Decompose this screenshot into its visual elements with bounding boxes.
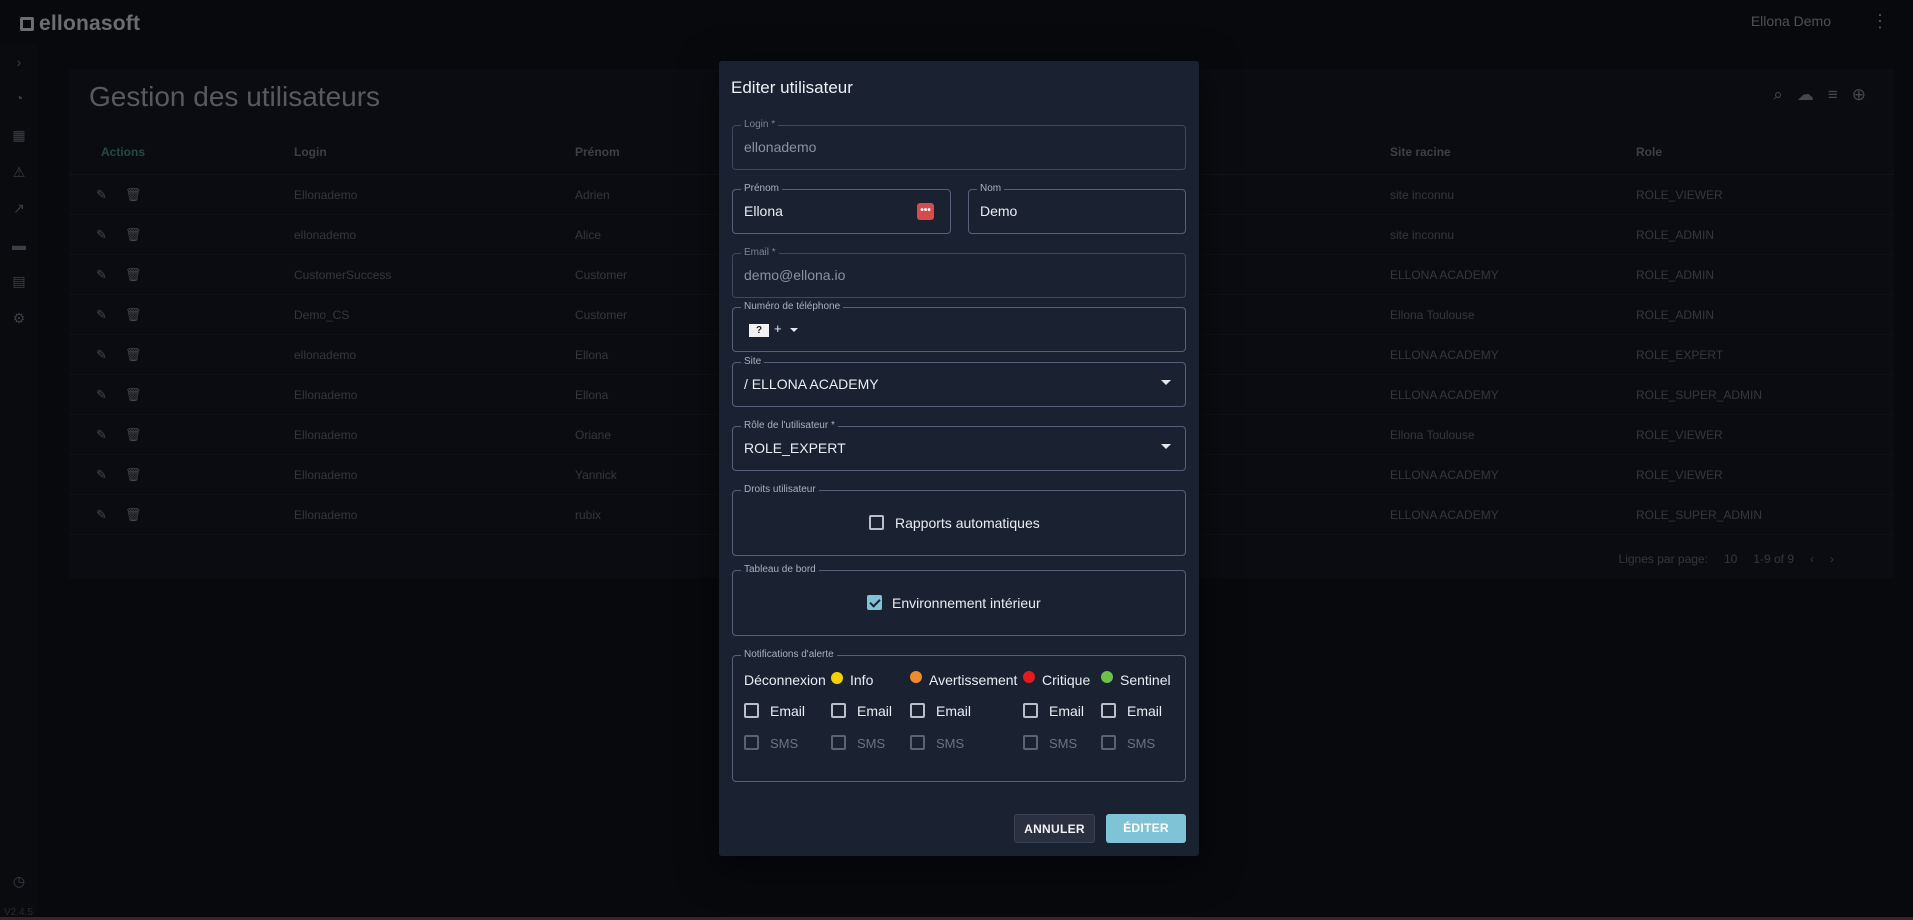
droits-label: Droits utilisateur <box>741 484 819 496</box>
site-label: Site <box>741 356 765 368</box>
nom-field[interactable]: Nom Demo <box>968 183 1186 234</box>
email-field[interactable]: Email * demo@ellona.io <box>732 247 1186 298</box>
password-manager-icon[interactable]: ••• <box>917 203 934 220</box>
nom-label: Nom <box>977 183 1005 195</box>
country-flag-icon[interactable]: ? <box>749 324 769 337</box>
login-value: ellonademo <box>744 139 817 155</box>
notifications-label: Notifications d'alerte <box>741 649 837 661</box>
tableau-group: Tableau de bord Environnement intérieur <box>732 564 1186 636</box>
notif-col-avertissement: Avertissement <box>929 672 1018 688</box>
email-option-label: Email <box>936 703 972 719</box>
warning-dot-icon <box>910 671 922 683</box>
sms-option-label: SMS <box>1127 736 1156 751</box>
avertissement-email-checkbox[interactable] <box>910 703 925 718</box>
sentinel-dot-icon <box>1101 671 1113 683</box>
notif-col-info: Info <box>850 672 874 688</box>
submit-edit-button[interactable]: ÉDITER <box>1106 814 1186 843</box>
notif-col-deconnexion: Déconnexion <box>744 672 826 688</box>
critical-dot-icon <box>1023 671 1035 683</box>
edit-user-dialog: Editer utilisateur Login * ellonademo Pr… <box>719 61 1199 856</box>
notifications-group: Notifications d'alerte Déconnexion Info … <box>732 649 1186 782</box>
prenom-field[interactable]: Prénom Ellona ••• <box>732 183 951 234</box>
dialog-title: Editer utilisateur <box>731 78 853 97</box>
environnement-label: Environnement intérieur <box>892 595 1041 611</box>
email-value: demo@ellona.io <box>744 267 846 283</box>
login-label: Login * <box>741 119 779 131</box>
country-dropdown-icon[interactable] <box>790 328 798 332</box>
critique-sms-checkbox[interactable] <box>1023 735 1038 750</box>
email-option-label: Email <box>770 703 806 719</box>
login-field[interactable]: Login * ellonademo <box>732 119 1186 170</box>
role-select[interactable]: Rôle de l'utilisateur * ROLE_EXPERT <box>732 420 1186 471</box>
info-dot-icon <box>831 672 843 684</box>
email-option-label: Email <box>1127 703 1163 719</box>
avertissement-sms-checkbox[interactable] <box>910 735 925 750</box>
email-label: Email * <box>741 247 779 259</box>
site-value: / ELLONA ACADEMY <box>744 376 879 392</box>
prenom-label: Prénom <box>741 183 783 195</box>
deconnexion-email-checkbox[interactable] <box>744 703 759 718</box>
prenom-value: Ellona <box>744 203 783 219</box>
email-option-label: Email <box>857 703 893 719</box>
nom-value: Demo <box>980 203 1018 219</box>
tableau-label: Tableau de bord <box>741 564 819 576</box>
rapports-checkbox[interactable] <box>869 515 884 530</box>
sms-option-label: SMS <box>857 736 886 751</box>
notif-col-critique: Critique <box>1042 672 1091 688</box>
chevron-down-icon[interactable] <box>1161 380 1171 385</box>
sentinel-email-checkbox[interactable] <box>1101 703 1116 718</box>
role-value: ROLE_EXPERT <box>744 440 846 456</box>
phone-field[interactable]: Numéro de téléphone ? + <box>732 301 1186 352</box>
droits-group: Droits utilisateur Rapports automatiques <box>732 484 1186 556</box>
site-select[interactable]: Site / ELLONA ACADEMY <box>732 356 1186 407</box>
rapports-label: Rapports automatiques <box>895 515 1040 531</box>
deconnexion-sms-checkbox[interactable] <box>744 735 759 750</box>
environnement-checkbox[interactable] <box>867 595 882 610</box>
info-sms-checkbox[interactable] <box>831 735 846 750</box>
notif-col-sentinel: Sentinel <box>1120 672 1171 688</box>
cancel-button[interactable]: ANNULER <box>1014 814 1095 843</box>
sms-option-label: SMS <box>1049 736 1078 751</box>
phone-label: Numéro de téléphone <box>741 301 844 313</box>
role-label: Rôle de l'utilisateur * <box>741 420 838 432</box>
info-email-checkbox[interactable] <box>831 703 846 718</box>
sentinel-sms-checkbox[interactable] <box>1101 735 1116 750</box>
critique-email-checkbox[interactable] <box>1023 703 1038 718</box>
sms-option-label: SMS <box>770 736 799 751</box>
sms-option-label: SMS <box>936 736 965 751</box>
chevron-down-icon[interactable] <box>1161 444 1171 449</box>
phone-prefix: + <box>774 321 782 336</box>
email-option-label: Email <box>1049 703 1085 719</box>
